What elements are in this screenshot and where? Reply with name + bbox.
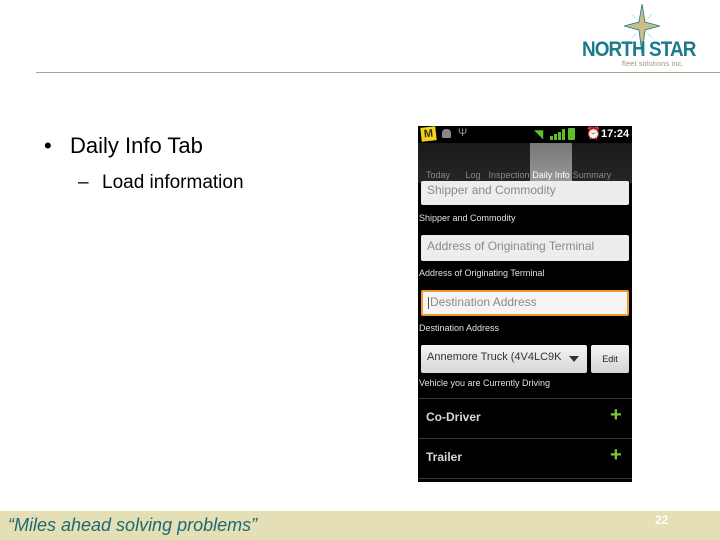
add-co-driver-icon[interactable]: + xyxy=(610,405,622,425)
page-number: 22 xyxy=(655,513,669,527)
bullet-level-1: • Daily Info Tab xyxy=(44,133,203,159)
m-app-icon: M xyxy=(420,126,437,142)
tab-summary[interactable]: Summary xyxy=(572,143,612,183)
tab-bar: Today Log Inspection Daily Info Summary xyxy=(418,143,632,183)
section-divider xyxy=(418,478,632,479)
bullet-text: Daily Info Tab xyxy=(70,133,203,158)
bullet-marker: • xyxy=(44,133,52,158)
logo-name: NORTH STAR xyxy=(582,38,696,61)
signal-icon xyxy=(550,129,565,140)
section-divider xyxy=(418,398,632,399)
phone-screenshot: M Ψ ◥ ⏰ 17:24 Today Log Inspection Daily… xyxy=(418,126,632,482)
destination-address-label: Destination Address xyxy=(419,323,500,333)
origin-address-label: Address of Originating Terminal xyxy=(419,268,545,278)
header-divider xyxy=(36,72,720,73)
origin-address-input[interactable]: Address of Originating Terminal xyxy=(421,235,629,261)
battery-icon xyxy=(568,128,575,140)
android-icon xyxy=(442,129,451,138)
trailer-label[interactable]: Trailer xyxy=(426,450,462,464)
usb-icon: Ψ xyxy=(458,127,468,139)
wifi-icon: ◥ xyxy=(534,127,544,141)
footer-bar: “Miles ahead solving problems” 22 xyxy=(0,511,720,540)
bullet-text: Load information xyxy=(102,172,244,193)
shipper-input[interactable]: Shipper and Commodity xyxy=(421,181,629,205)
vehicle-label: Vehicle you are Currently Driving xyxy=(419,378,551,388)
dropdown-arrow-icon xyxy=(569,356,579,362)
add-trailer-icon[interactable]: + xyxy=(610,445,622,465)
vehicle-select[interactable]: Annemore Truck (4V4LC9K xyxy=(421,345,587,373)
destination-placeholder: Destination Address xyxy=(430,295,537,309)
co-driver-label[interactable]: Co-Driver xyxy=(426,410,481,424)
edit-vehicle-button[interactable]: Edit xyxy=(591,345,629,373)
tab-log[interactable]: Log xyxy=(458,143,488,183)
footer-slogan: “Miles ahead solving problems” xyxy=(8,515,258,535)
tab-inspection[interactable]: Inspection xyxy=(488,143,530,183)
alarm-icon: ⏰ xyxy=(586,126,601,140)
north-star-logo: NORTH STAR fleet solutions inc. xyxy=(578,4,720,70)
tab-today[interactable]: Today xyxy=(418,143,458,183)
shipper-label: Shipper and Commodity xyxy=(419,213,516,223)
tab-daily-info[interactable]: Daily Info xyxy=(530,143,572,183)
bullet-level-2: – Load information xyxy=(78,172,244,194)
section-divider xyxy=(418,438,632,439)
logo-tagline: fleet solutions inc. xyxy=(622,61,684,68)
vehicle-selected-value: Annemore Truck (4V4LC9K xyxy=(427,351,562,363)
status-bar: M Ψ ◥ ⏰ 17:24 xyxy=(418,126,632,143)
destination-address-input[interactable]: Destination Address xyxy=(421,290,629,316)
bullet-marker: – xyxy=(78,172,89,193)
text-cursor xyxy=(428,296,429,309)
clock: 17:24 xyxy=(601,128,630,140)
